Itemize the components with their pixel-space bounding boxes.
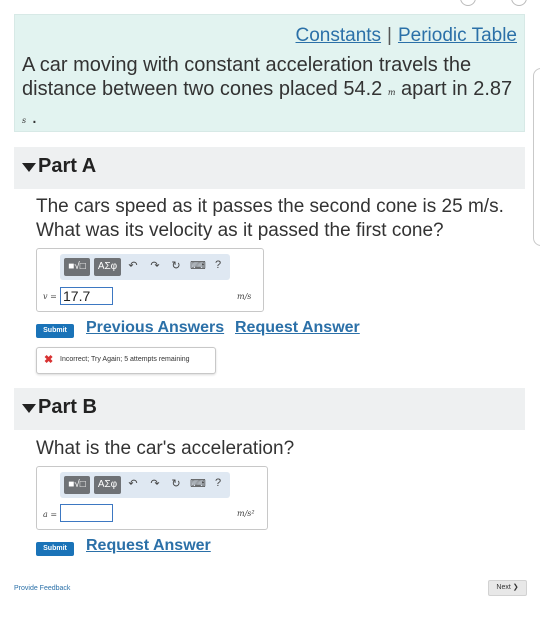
- submit-button[interactable]: Submit: [36, 542, 74, 556]
- circle-icon[interactable]: [511, 0, 527, 6]
- next-button[interactable]: Next ❯: [488, 580, 527, 596]
- part-a-question: The cars speed as it passes the second c…: [36, 196, 504, 241]
- part-b-header[interactable]: Part B: [14, 388, 525, 430]
- part-a-title: Part A: [38, 155, 97, 177]
- submit-button[interactable]: Submit: [36, 324, 74, 338]
- collapse-triangle-icon[interactable]: [22, 163, 36, 172]
- top-bar: [0, 0, 540, 12]
- link-separator: |: [387, 25, 392, 46]
- help-icon[interactable]: ?: [211, 477, 225, 489]
- part-a-answer-box: ■√□ AΣφ ↶ ↷ ↻ ⌨ ? v = 17.7 m/s: [36, 248, 264, 312]
- math-toolbar: ■√□ AΣφ ↶ ↷ ↻ ⌨ ?: [60, 254, 230, 280]
- feedback-message: Incorrect; Try Again; 5 attempts remaini…: [60, 356, 190, 363]
- undo-icon[interactable]: ↶: [126, 477, 140, 490]
- feedback-box: ✖ Incorrect; Try Again; 5 attempts remai…: [36, 347, 216, 374]
- redo-icon[interactable]: ↷: [148, 477, 162, 490]
- velocity-input[interactable]: 17.7: [60, 287, 113, 305]
- constants-link[interactable]: Constants: [296, 25, 382, 46]
- problem-text-middle: apart in 2.87: [395, 78, 513, 100]
- problem-intro: Constants | Periodic Table A car moving wi…: [14, 14, 525, 132]
- acceleration-input[interactable]: [60, 504, 113, 522]
- side-panel-edge[interactable]: [533, 68, 540, 246]
- error-x-icon: ✖: [44, 354, 54, 366]
- templates-button[interactable]: ■√□: [64, 476, 90, 494]
- help-icon[interactable]: ?: [211, 259, 225, 271]
- request-answer-link[interactable]: Request Answer: [235, 319, 360, 337]
- periodic-table-link[interactable]: Periodic Table: [398, 25, 517, 46]
- symbols-button[interactable]: AΣφ: [94, 476, 121, 494]
- part-b-answer-box: ■√□ AΣφ ↶ ↷ ↻ ⌨ ? a = m/s²: [36, 466, 268, 530]
- variable-label: v =: [43, 292, 57, 301]
- symbols-button[interactable]: AΣφ: [94, 258, 121, 276]
- unit-label: m/s²: [237, 509, 255, 518]
- reset-icon[interactable]: ↻: [169, 477, 183, 490]
- problem-text-end: .: [26, 106, 38, 128]
- part-b-title: Part B: [38, 396, 97, 418]
- request-answer-link[interactable]: Request Answer: [86, 537, 211, 555]
- math-toolbar: ■√□ AΣφ ↶ ↷ ↻ ⌨ ?: [60, 472, 230, 498]
- part-a-header[interactable]: Part A: [14, 147, 525, 189]
- keyboard-icon[interactable]: ⌨: [190, 477, 206, 490]
- templates-button[interactable]: ■√□: [64, 258, 90, 276]
- previous-answers-link[interactable]: Previous Answers: [86, 319, 224, 337]
- redo-icon[interactable]: ↷: [148, 259, 162, 272]
- problem-text: A car moving with constant acceleration …: [22, 53, 522, 133]
- variable-label: a =: [43, 510, 58, 519]
- part-b-question: What is the car's acceleration?: [36, 438, 295, 459]
- reference-links: Constants | Periodic Table: [296, 25, 518, 47]
- undo-icon[interactable]: ↶: [126, 259, 140, 272]
- keyboard-icon[interactable]: ⌨: [190, 259, 206, 272]
- collapse-triangle-icon[interactable]: [22, 404, 36, 413]
- reset-icon[interactable]: ↻: [169, 259, 183, 272]
- unit-label: m/s: [237, 292, 252, 301]
- provide-feedback-link[interactable]: Provide Feedback: [14, 585, 70, 592]
- circle-icon[interactable]: [460, 0, 476, 6]
